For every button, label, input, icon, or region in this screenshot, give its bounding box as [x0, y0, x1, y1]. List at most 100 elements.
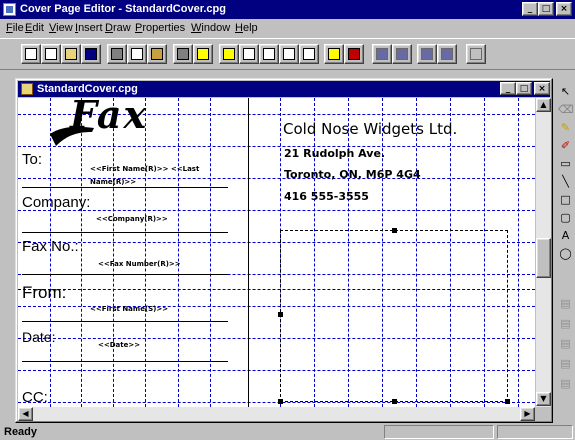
doc-minimize-button[interactable]: _ — [500, 82, 516, 95]
date-field[interactable]: <<Date>> — [98, 341, 140, 349]
menu-file[interactable]: File — [6, 22, 24, 34]
doc-close-button[interactable]: × — [534, 82, 550, 95]
page-view-button[interactable] — [239, 44, 259, 64]
align-tool-icon[interactable]: ▤ — [558, 376, 573, 391]
menu-insert[interactable]: Insert — [75, 22, 103, 34]
help-button[interactable] — [193, 44, 213, 64]
document-title-bar[interactable]: StandardCover.cpg _ □ × — [18, 81, 550, 97]
save-button[interactable] — [81, 44, 101, 64]
horizontal-scrollbar[interactable]: ◀ ▶ — [18, 407, 535, 421]
phone-number[interactable]: 416 555-3555 — [284, 190, 369, 203]
open-button[interactable] — [61, 44, 81, 64]
window-title: Cover Page Editor - StandardCover.cpg — [20, 3, 226, 15]
selected-frame[interactable] — [280, 230, 508, 402]
document-icon[interactable] — [21, 83, 33, 95]
app-icon[interactable] — [3, 3, 16, 16]
from-field[interactable]: <<First Name(S)>> — [90, 305, 168, 313]
grid-icon — [223, 48, 235, 60]
new-page-icon — [25, 48, 37, 60]
fax-no-label: Fax No.: — [22, 238, 79, 255]
status-panel — [497, 425, 573, 439]
menu-draw[interactable]: Draw — [105, 22, 131, 34]
cut-button[interactable] — [107, 44, 127, 64]
eraser-icon[interactable]: ⌫ — [558, 102, 574, 117]
prev-button[interactable] — [392, 44, 412, 64]
list-icon — [283, 48, 295, 60]
next-button[interactable] — [417, 44, 437, 64]
date-rule — [22, 361, 228, 362]
menu-edit[interactable]: Edit — [25, 22, 44, 34]
date-label: Date: — [22, 329, 56, 345]
document-window: StandardCover.cpg _ □ × Fax To: <<First … — [15, 78, 553, 423]
menu-help[interactable]: Help — [235, 22, 258, 34]
grid-line — [18, 402, 535, 403]
status-message: Ready — [4, 426, 38, 438]
line-icon[interactable]: ╲ — [558, 174, 573, 189]
zoom-button[interactable] — [299, 44, 319, 64]
next-icon — [421, 48, 433, 60]
resize-handle[interactable] — [392, 228, 397, 233]
align-tool-icon[interactable]: ▤ — [558, 356, 573, 371]
pointer-icon[interactable]: ↖ — [558, 84, 573, 99]
column-divider — [248, 98, 249, 407]
align-tool-icon[interactable]: ▤ — [558, 316, 573, 331]
snap-button[interactable] — [324, 44, 344, 64]
pencil-icon[interactable]: ✎ — [558, 120, 573, 135]
open-icon — [65, 48, 77, 60]
paste-button[interactable] — [147, 44, 167, 64]
resize-handle[interactable] — [505, 399, 510, 404]
copy-button[interactable] — [127, 44, 147, 64]
address-line-1[interactable]: 21 Rudolph Ave. — [284, 147, 385, 160]
doc-maximize-button[interactable]: □ — [516, 82, 532, 95]
scroll-right-icon[interactable]: ▶ — [520, 407, 535, 421]
document-title: StandardCover.cpg — [37, 83, 138, 95]
minimize-button[interactable]: _ — [522, 2, 538, 16]
menu-view[interactable]: View — [49, 22, 73, 34]
list-button[interactable] — [279, 44, 299, 64]
scroll-up-icon[interactable]: ▲ — [536, 98, 551, 112]
grid-button[interactable] — [219, 44, 239, 64]
print-button[interactable] — [173, 44, 193, 64]
new-page-button[interactable] — [21, 44, 41, 64]
maximize-button[interactable]: □ — [538, 2, 554, 16]
scroll-left-icon[interactable]: ◀ — [18, 407, 33, 421]
company-label: Company: — [22, 194, 91, 211]
to-rule — [22, 187, 228, 188]
scroll-thumb[interactable] — [536, 238, 551, 278]
ellipse-icon[interactable]: ◯ — [558, 246, 573, 261]
to-name-field[interactable]: <<First Name(R)>> <<Last — [90, 165, 199, 173]
cover-page-canvas[interactable]: Fax To: <<First Name(R)>> <<Last Name(R)… — [18, 98, 535, 407]
align-tool-icon[interactable]: ▤ — [558, 336, 573, 351]
company-field[interactable]: <<Company(R)>> — [96, 215, 168, 223]
resize-handle[interactable] — [278, 399, 283, 404]
resize-handle[interactable] — [392, 399, 397, 404]
record-button[interactable] — [344, 44, 364, 64]
fax-number-field[interactable]: <<Fax Number(R)>> — [98, 260, 181, 268]
last-button[interactable] — [437, 44, 457, 64]
marker-icon[interactable]: ✐ — [558, 138, 573, 153]
grid-line — [18, 210, 535, 211]
rectangle-icon[interactable]: □ — [558, 192, 573, 207]
from-rule — [22, 321, 228, 322]
menu-properties[interactable]: Properties — [135, 22, 185, 34]
snap-icon — [328, 48, 340, 60]
menu-window[interactable]: Window — [191, 22, 230, 34]
close-button[interactable]: × — [556, 2, 572, 16]
text-box-icon[interactable]: ▭ — [558, 156, 573, 171]
preview-button[interactable] — [259, 44, 279, 64]
page-button[interactable] — [466, 44, 486, 64]
menu-bar: File Edit View Insert Draw Properties Window He… — [0, 19, 575, 38]
text-icon[interactable]: A — [558, 228, 573, 243]
first-button[interactable] — [372, 44, 392, 64]
new-doc-button[interactable] — [41, 44, 61, 64]
align-tool-icon[interactable]: ▤ — [558, 296, 573, 311]
to-name-field-line2[interactable]: Name(R)>> — [90, 178, 136, 186]
scroll-down-icon[interactable]: ▼ — [536, 392, 551, 406]
company-name[interactable]: Cold Nose Widgets Ltd. — [283, 120, 457, 138]
vertical-scrollbar[interactable]: ▲ ▼ — [536, 98, 551, 407]
rounded-rect-icon[interactable]: ▢ — [558, 210, 573, 225]
copy-icon — [131, 48, 143, 60]
resize-handle[interactable] — [278, 312, 283, 317]
address-line-2[interactable]: Toronto, ON, M6P 4G4 — [284, 168, 421, 181]
record-icon — [348, 48, 360, 60]
